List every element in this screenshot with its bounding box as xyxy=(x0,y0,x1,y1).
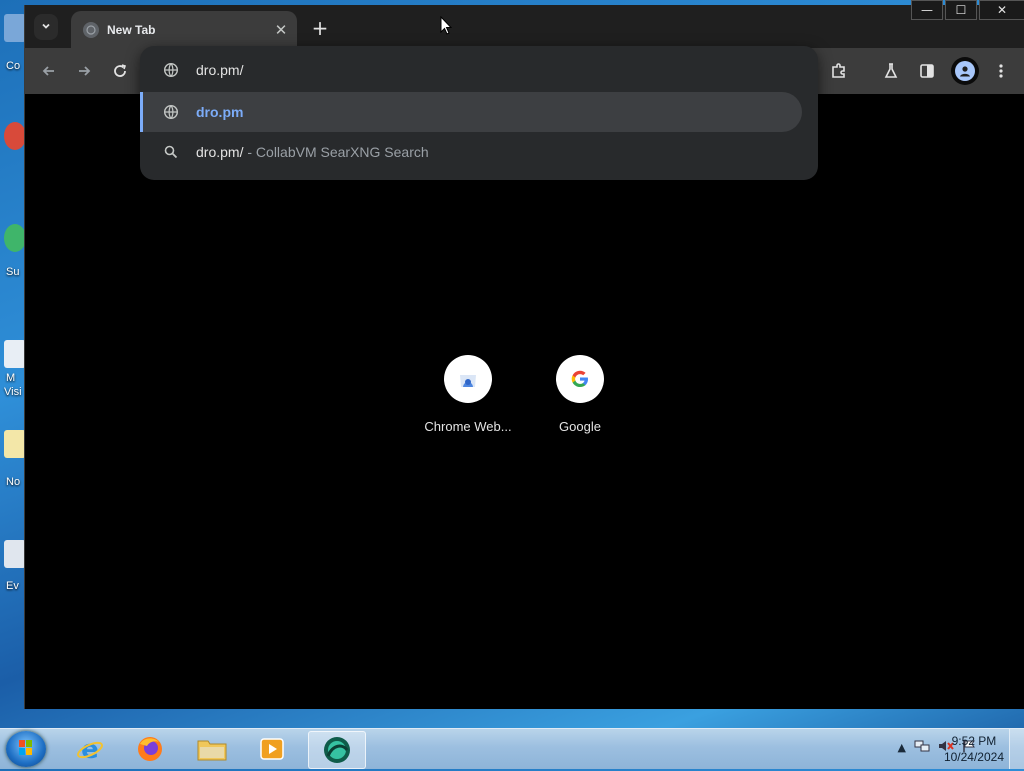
maximize-button[interactable]: ☐ xyxy=(945,0,977,20)
taskbar: e ▲ 9:52 PM 10/24/2024 xyxy=(0,728,1024,769)
chrome-web-store-icon xyxy=(444,355,492,403)
taskbar-media-player[interactable] xyxy=(244,731,300,767)
shortcut-chrome-web-store[interactable]: Chrome Web... xyxy=(413,355,523,434)
folder-icon xyxy=(197,740,227,761)
network-icon[interactable] xyxy=(914,739,930,756)
taskbar-file-explorer[interactable] xyxy=(184,731,240,767)
title-bar: New Tab ✕ + — ☐ ✕ xyxy=(25,0,1024,48)
show-desktop-button[interactable] xyxy=(1009,729,1024,769)
firefox-icon xyxy=(138,737,162,761)
suggestion-text: dro.pm xyxy=(196,104,244,120)
suggestion-separator: - xyxy=(243,144,256,160)
svg-text:e: e xyxy=(81,735,99,764)
desktop-icon-computer[interactable] xyxy=(4,14,26,42)
avatar-icon xyxy=(955,61,975,81)
clock-date: 10/24/2024 xyxy=(943,750,1004,764)
start-button[interactable] xyxy=(6,731,46,767)
minimize-button[interactable]: — xyxy=(911,0,943,20)
show-hidden-icons-icon[interactable]: ▲ xyxy=(898,741,906,754)
browser-app-icon xyxy=(324,737,350,763)
desktop-icon-label: Co xyxy=(6,60,21,72)
internet-explorer-icon: e xyxy=(77,735,103,764)
shortcut-label: Google xyxy=(559,419,601,434)
shortcut-label: Chrome Web... xyxy=(424,419,512,434)
mouse-cursor-icon xyxy=(440,15,453,40)
side-panel-button[interactable] xyxy=(915,59,939,83)
forward-button[interactable] xyxy=(73,60,95,82)
reload-icon xyxy=(114,64,127,77)
taskbar-clock[interactable]: 9:52 PM 10/24/2024 xyxy=(944,733,1004,765)
side-panel-icon xyxy=(920,64,934,78)
close-window-button[interactable]: ✕ xyxy=(979,0,1024,20)
arrow-left-icon xyxy=(42,66,54,76)
back-button[interactable] xyxy=(38,60,60,82)
taskbar-browser-active[interactable] xyxy=(308,731,366,769)
desktop-icon-app[interactable] xyxy=(4,540,26,568)
kebab-menu-icon xyxy=(999,64,1003,78)
reload-button[interactable] xyxy=(109,60,131,82)
omnibox-input[interactable]: dro.pm/ xyxy=(196,62,243,78)
extensions-button[interactable] xyxy=(827,59,851,83)
chevron-down-icon xyxy=(40,20,52,35)
puzzle-icon xyxy=(832,63,845,78)
desktop-icon-app[interactable] xyxy=(4,430,26,458)
desktop-icon-label: Ev xyxy=(6,580,19,592)
desktop-icon-label: M xyxy=(6,372,16,384)
desktop-icon-app[interactable] xyxy=(4,340,26,368)
globe-icon xyxy=(162,61,180,79)
taskbar-firefox[interactable] xyxy=(122,731,178,767)
media-player-icon xyxy=(260,738,284,760)
globe-icon xyxy=(162,103,180,121)
windows-logo-icon xyxy=(19,740,32,755)
shortcut-google[interactable]: Google xyxy=(525,355,635,434)
desktop-icon-label: Visi xyxy=(4,386,22,398)
tab-new-tab[interactable]: New Tab ✕ xyxy=(71,11,297,48)
menu-button[interactable] xyxy=(989,59,1013,83)
desktop-icon-app[interactable] xyxy=(4,224,26,252)
profile-button[interactable] xyxy=(951,57,979,85)
suggestion-dro-pm[interactable]: dro.pm xyxy=(140,92,802,132)
flask-icon xyxy=(884,63,898,78)
new-tab-button[interactable]: + xyxy=(309,16,331,40)
search-icon xyxy=(162,143,180,161)
desktop-icon-label: Su xyxy=(6,266,20,278)
arrow-right-icon xyxy=(79,66,91,76)
close-tab-icon[interactable]: ✕ xyxy=(271,20,291,40)
desktop-icon-label: No xyxy=(6,476,21,488)
tab-title: New Tab xyxy=(107,22,156,37)
omnibox-input-row[interactable]: dro.pm/ xyxy=(140,50,818,90)
desktop-icon-app[interactable] xyxy=(4,122,26,150)
suggestion-query: dro.pm/ xyxy=(196,144,244,160)
google-icon xyxy=(556,355,604,403)
tab-search-button[interactable] xyxy=(34,14,58,40)
clock-time: 9:52 PM xyxy=(951,734,997,748)
suggestion-engine: CollabVM SearXNG Search xyxy=(255,144,429,160)
omnibox-dropdown: dro.pm/ dro.pm dro.pm/ - CollabVM SearXN… xyxy=(140,46,818,180)
window-controls: — ☐ ✕ xyxy=(909,0,1024,22)
taskbar-internet-explorer[interactable]: e xyxy=(62,731,118,767)
globe-icon xyxy=(83,21,99,38)
suggestion-text: dro.pm/ - CollabVM SearXNG Search xyxy=(196,144,429,160)
suggestion-search[interactable]: dro.pm/ - CollabVM SearXNG Search xyxy=(140,132,818,172)
labs-button[interactable] xyxy=(879,59,903,83)
